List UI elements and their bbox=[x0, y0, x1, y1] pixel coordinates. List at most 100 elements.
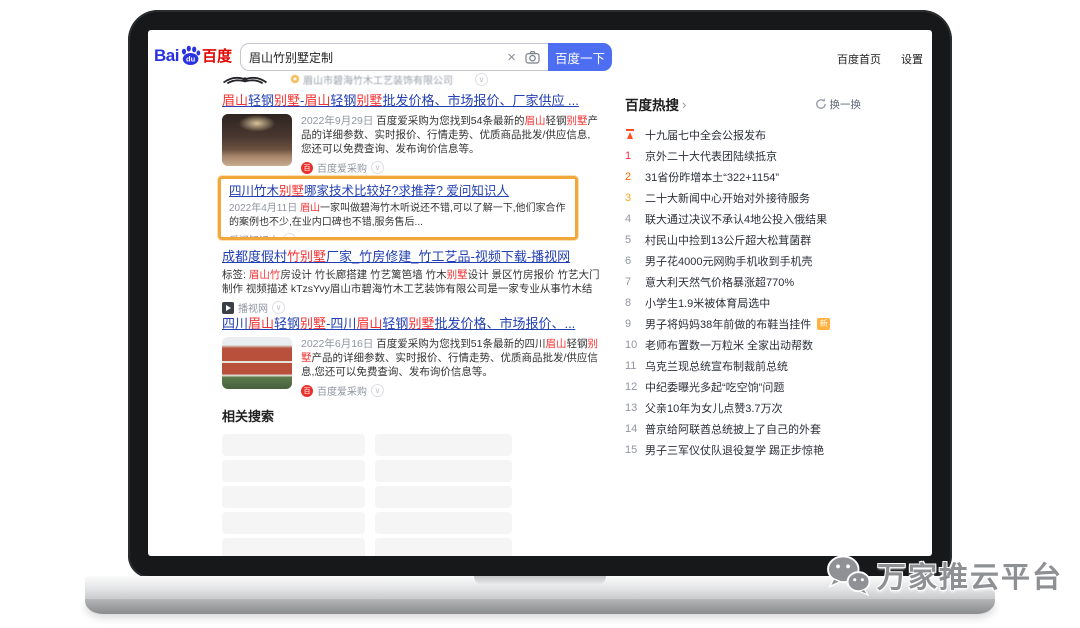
hot-item-label[interactable]: 十九届七中全会公报发布 bbox=[645, 127, 766, 143]
hot-search-item[interactable]: 1 京外二十大代表团陆续抵京 热 bbox=[625, 145, 861, 166]
hot-item-label[interactable]: 男子将妈妈38年前做的布鞋当挂件 bbox=[645, 316, 811, 332]
hot-item-label[interactable]: 中纪委曝光多起“吃空饷”问题 bbox=[645, 379, 784, 395]
hot-search-title[interactable]: 百度热搜 bbox=[625, 94, 679, 114]
refresh-icon bbox=[815, 98, 827, 110]
related-search-pill[interactable] bbox=[222, 460, 365, 482]
hot-rank: 8 bbox=[625, 297, 639, 309]
hot-item-label[interactable]: 小学生1.9米被体育局选中 bbox=[645, 295, 770, 311]
related-search-pill[interactable] bbox=[375, 486, 512, 508]
link-baidu-home[interactable]: 百度首页 bbox=[837, 51, 881, 67]
result-source-label[interactable]: 百度爱采购 bbox=[317, 160, 367, 175]
link-settings[interactable]: 设置 bbox=[901, 51, 923, 67]
wechat-icon bbox=[826, 554, 872, 596]
hot-search-item[interactable]: 14 普京给阿联酋总统披上了自己的外套 bbox=[625, 418, 861, 439]
result-description: 2022年6月16日 百度爱采购为您找到51条最新的四川眉山轻钢别墅产品的详细参… bbox=[301, 337, 600, 379]
hot-item-label[interactable]: 村民山中捡到13公斤超大松茸菌群 bbox=[645, 232, 811, 248]
hot-search-item[interactable]: 十九届七中全会公报发布 bbox=[625, 124, 861, 145]
hot-item-label[interactable]: 男子花4000元网购手机收到手机壳 bbox=[645, 253, 812, 269]
hot-item-label[interactable]: 乌克兰现总统宣布制裁前总统 bbox=[645, 358, 788, 374]
hot-item-label[interactable]: 联大通过决议不承认4地公投入俄结果 bbox=[645, 211, 827, 227]
clear-icon[interactable]: × bbox=[507, 50, 516, 65]
related-search-pill[interactable] bbox=[375, 460, 512, 482]
hot-search-item[interactable]: 6 男子花4000元网购手机收到手机壳 bbox=[625, 250, 861, 271]
hot-rank: 2 bbox=[625, 171, 639, 183]
hot-rank: 12 bbox=[625, 381, 639, 393]
search-input[interactable]: 眉山竹别墅定制 × bbox=[240, 43, 548, 71]
hot-item-label[interactable]: 男子三军仪仗队退役复学 踢正步惊艳 bbox=[645, 442, 824, 458]
dropdown-icon[interactable]: ∨ bbox=[272, 301, 285, 314]
hot-search-item[interactable]: 12 中纪委曝光多起“吃空饷”问题 bbox=[625, 376, 861, 397]
dropdown-icon[interactable]: ∨ bbox=[371, 161, 384, 174]
related-search-pill[interactable] bbox=[375, 512, 512, 534]
hot-rank: 5 bbox=[625, 234, 639, 246]
hot-rank: 1 bbox=[625, 150, 639, 162]
refresh-button[interactable]: 换一换 bbox=[815, 97, 862, 112]
camera-icon[interactable] bbox=[525, 50, 540, 64]
result-title[interactable]: 眉山轻钢别墅-眉山轻钢别墅批发价格、市场报价、厂家供应 ... bbox=[222, 93, 600, 108]
result-source-label[interactable]: 百度爱采购 bbox=[317, 383, 367, 398]
header-links: 百度首页 设置 bbox=[837, 51, 923, 67]
hot-search-item[interactable]: 9 男子将妈妈38年前做的布鞋当挂件 新 bbox=[625, 313, 861, 334]
hot-badge: 新 bbox=[817, 318, 830, 330]
hot-item-label[interactable]: 父亲10年为女儿点赞3.7万次 bbox=[645, 400, 783, 416]
result-title[interactable]: 四川眉山轻钢别墅-四川眉山轻钢别墅批发价格、市场报价、... bbox=[222, 316, 600, 331]
watermark-text: 万家推云平台 bbox=[877, 554, 1063, 596]
hot-rank: 3 bbox=[625, 192, 639, 204]
hot-search-item[interactable]: 2 31省份昨增本土“322+1154” 热 bbox=[625, 166, 861, 187]
related-search-pill[interactable] bbox=[375, 538, 512, 556]
aicaigou-icon: 百 bbox=[301, 162, 313, 174]
hot-search-item[interactable]: 11 乌克兰现总统宣布制裁前总统 热 bbox=[625, 355, 861, 376]
baidu-logo-cn: 百度 bbox=[202, 45, 232, 66]
hot-search-item[interactable]: 4 联大通过决议不承认4地公投入俄结果 热 bbox=[625, 208, 861, 229]
hot-item-label[interactable]: 31省份昨增本土“322+1154” bbox=[645, 169, 779, 185]
related-searches-title: 相关搜索 bbox=[222, 406, 600, 425]
search-button[interactable]: 百度一下 bbox=[548, 43, 612, 71]
search-bar: 眉山竹别墅定制 × 百度一下 bbox=[240, 43, 612, 71]
hot-rank bbox=[625, 129, 639, 140]
hot-rank: 4 bbox=[625, 213, 639, 225]
boshiwang-icon bbox=[222, 302, 234, 314]
hot-item-label[interactable]: 普京给阿联酋总统披上了自己的外套 bbox=[645, 421, 821, 437]
result-title[interactable]: 四川竹木别墅哪家技术比较好?求推荐? 爱问知识人 bbox=[229, 184, 567, 199]
result-description: 2022年9月29日 百度爱采购为您找到54条最新的眉山轻钢别墅产品的详细参数、… bbox=[301, 114, 600, 156]
hot-search-item[interactable]: 3 二十大新闻中心开始对外接待服务 bbox=[625, 187, 861, 208]
hot-rank: 14 bbox=[625, 423, 639, 435]
related-search-pill[interactable] bbox=[222, 486, 365, 508]
hot-search-list: 十九届七中全会公报发布 1 京外二十大代表团陆续抵京 热 2 31省份昨增本土“… bbox=[625, 124, 861, 460]
hot-search-item[interactable]: 8 小学生1.9米被体育局选中 bbox=[625, 292, 861, 313]
baidu-paw-icon: du bbox=[180, 45, 201, 66]
hot-item-label[interactable]: 老师布置数一万粒米 全家出动帮数 bbox=[645, 337, 813, 353]
related-search-pill[interactable] bbox=[222, 434, 365, 456]
result-thumbnail-villa[interactable] bbox=[222, 337, 292, 389]
hot-search-item[interactable]: 13 父亲10年为女儿点赞3.7万次 bbox=[625, 397, 861, 418]
result-source-label[interactable]: 爱问知识人 bbox=[229, 232, 279, 240]
search-result-3: 成都度假村竹别墅厂家_竹房修建_竹工艺品-视频下载-播视网 标签: 眉山竹房设计… bbox=[222, 249, 600, 315]
hot-item-label[interactable]: 京外二十大代表团陆续抵京 bbox=[645, 148, 777, 164]
partial-result-row: 眉山市碧海竹木工艺装饰有限公司 ∨ bbox=[222, 68, 600, 90]
browser-viewport: Bai du 百度 眉山竹别墅定制 × bbox=[148, 30, 932, 556]
baidu-logo[interactable]: Bai du 百度 bbox=[154, 45, 232, 66]
hot-search-item[interactable]: 15 男子三军仪仗队退役复学 踢正步惊艳 bbox=[625, 439, 861, 460]
refresh-label: 换一换 bbox=[830, 97, 862, 112]
result-description: 2022年4月11日 眉山一家叫做碧海竹木听说还不错,可以了解一下,他们家合作的… bbox=[229, 202, 567, 229]
hot-search-item[interactable]: 5 村民山中捡到13公斤超大松茸菌群 bbox=[625, 229, 861, 250]
hot-search-item[interactable]: 10 老师布置数一万粒米 全家出动帮数 热 bbox=[625, 334, 861, 355]
result-source-label[interactable]: 播视网 bbox=[238, 300, 268, 315]
mockup-canvas: Bai du 百度 眉山竹别墅定制 × bbox=[0, 0, 1080, 628]
result-thumbnail-room[interactable] bbox=[222, 114, 292, 166]
related-search-pill[interactable] bbox=[375, 434, 512, 456]
hot-rank: 13 bbox=[625, 402, 639, 414]
highlighted-result-box: 四川竹木别墅哪家技术比较好?求推荐? 爱问知识人 2022年4月11日 眉山一家… bbox=[218, 176, 578, 240]
hot-item-label[interactable]: 二十大新闻中心开始对外接待服务 bbox=[645, 190, 810, 206]
related-search-pill[interactable] bbox=[222, 512, 365, 534]
aicaigou-icon: 百 bbox=[301, 385, 313, 397]
search-result-1: 眉山轻钢别墅-眉山轻钢别墅批发价格、市场报价、厂家供应 ... 2022年9月2… bbox=[222, 93, 600, 175]
dropdown-icon[interactable]: ∨ bbox=[371, 384, 384, 397]
result-title[interactable]: 成都度假村竹别墅厂家_竹房修建_竹工艺品-视频下载-播视网 bbox=[222, 249, 600, 264]
partial-company-name[interactable]: 眉山市碧海竹木工艺装饰有限公司 bbox=[290, 72, 453, 87]
dropdown-icon[interactable]: ∨ bbox=[283, 233, 296, 240]
hot-item-label[interactable]: 意大利天然气价格暴涨超770% bbox=[645, 274, 794, 290]
hot-search-item[interactable]: 7 意大利天然气价格暴涨超770% bbox=[625, 271, 861, 292]
dropdown-icon[interactable]: ∨ bbox=[475, 73, 488, 86]
related-search-pill[interactable] bbox=[222, 538, 365, 556]
